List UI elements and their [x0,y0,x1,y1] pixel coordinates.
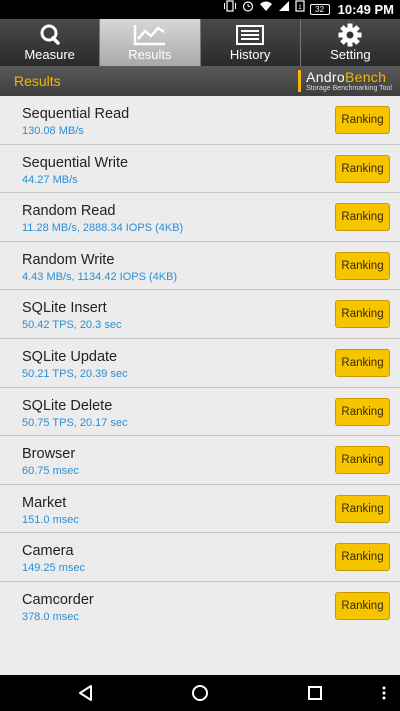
result-row-sqlite-insert: SQLite Insert 50.42 TPS, 20.3 sec Rankin… [0,290,400,339]
tab-label: Setting [330,47,371,62]
result-value: 50.21 TPS, 20.39 sec [22,367,128,380]
result-row-browser: Browser 60.75 msec Ranking [0,436,400,485]
result-row-camera: Camera 149.25 msec Ranking [0,533,400,582]
chart-icon [100,22,199,48]
ranking-button[interactable]: Ranking [335,203,390,232]
magnifier-icon [0,22,99,48]
ranking-button[interactable]: Ranking [335,591,390,620]
result-name: Market [22,494,67,511]
androbench-logo: AndroBench Storage Benchmarking Tool [298,70,392,92]
ranking-button[interactable]: Ranking [335,397,390,426]
result-name: Sequential Read [22,106,130,122]
logo-main: AndroBench [306,70,392,84]
tab-setting[interactable]: Setting [300,19,400,66]
result-value: 4.43 MB/s, 1134.42 IOPS (4KB) [22,270,178,283]
logo-text: AndroBench Storage Benchmarking Tool [306,70,392,92]
result-row-market: Market 151.0 msec Ranking [0,485,400,534]
result-value: 50.42 TPS, 20.3 sec [22,319,122,332]
alarm-icon [242,0,254,19]
clock: 10:49 PM [337,2,394,17]
result-name: SQLite Update [22,348,118,365]
result-value: 11.28 MB/s, 2888.34 IOPS (4KB) [22,222,184,235]
ranking-button[interactable]: Ranking [335,251,390,280]
logo-mark [298,70,302,92]
navigation-bar [0,675,400,711]
result-name: Random Read [22,203,116,220]
sim-icon: 1 [295,0,305,19]
result-row-sqlite-delete: SQLite Delete 50.75 TPS, 20.17 sec Ranki… [0,388,400,437]
result-row-random-write: Random Write 4.43 MB/s, 1134.42 IOPS (4K… [0,242,400,291]
home-icon[interactable] [188,681,212,705]
ranking-button[interactable]: Ranking [335,300,390,329]
result-value: 378.0 msec [22,610,79,623]
page-title: Results [14,73,61,89]
result-row-sqlite-update: SQLite Update 50.21 TPS, 20.39 sec Ranki… [0,339,400,388]
ranking-button[interactable]: Ranking [335,154,390,183]
overflow-menu-icon[interactable] [372,681,396,705]
tab-results[interactable]: Results [100,19,201,66]
result-value: 44.27 MB/s [22,173,78,186]
result-name: Camera [22,543,74,560]
back-icon[interactable] [74,681,98,705]
result-value: 151.0 msec [22,513,79,526]
ranking-button[interactable]: Ranking [335,494,390,523]
result-row-camcorder: Camcorder 378.0 msec Ranking [0,582,400,631]
result-name: Sequential Write [22,154,129,171]
results-header: Results AndroBench Storage Benchmarking … [0,66,400,96]
result-row-random-read: Random Read 11.28 MB/s, 2888.34 IOPS (4K… [0,193,400,242]
battery-icon: 32 [309,4,330,15]
recents-icon[interactable] [303,681,327,705]
result-name: SQLite Insert [22,300,107,317]
tab-label: Measure [24,47,75,62]
logo-subtitle: Storage Benchmarking Tool [306,85,392,92]
result-value: 149.25 msec [22,562,85,575]
ranking-button[interactable]: Ranking [335,106,390,134]
results-list: Sequential Read 130.08 MB/s Ranking Sequ… [0,96,400,631]
wifi-icon [259,0,273,19]
status-icons: 1 32 10:49 PM [223,0,394,19]
result-value: 130.08 MB/s [22,125,84,137]
tab-history[interactable]: History [200,19,301,66]
result-value: 50.75 TPS, 20.17 sec [22,416,128,429]
result-row-sequential-read: Sequential Read 130.08 MB/s Ranking [0,96,400,145]
status-bar: 1 32 10:49 PM [0,0,400,19]
ranking-button[interactable]: Ranking [335,446,390,475]
result-name: Browser [22,446,76,463]
ranking-button[interactable]: Ranking [335,348,390,377]
svg-text:1: 1 [298,5,302,11]
tab-bar: Measure Results History Setting [0,19,400,66]
result-value: 60.75 msec [22,465,79,478]
result-row-sequential-write: Sequential Write 44.27 MB/s Ranking [0,145,400,194]
logo-main-andro: Andro [306,69,345,85]
signal-icon [278,0,290,19]
gear-icon [301,22,400,48]
ranking-button[interactable]: Ranking [335,543,390,572]
vibrate-icon [223,0,237,19]
result-name: SQLite Delete [22,397,113,414]
result-name: Camcorder [22,591,94,608]
tab-label: History [229,47,271,62]
logo-main-bench: Bench [344,69,387,85]
tab-measure[interactable]: Measure [0,19,101,66]
result-name: Random Write [22,251,115,268]
list-icon [201,22,300,48]
tab-label: Results [128,47,172,62]
